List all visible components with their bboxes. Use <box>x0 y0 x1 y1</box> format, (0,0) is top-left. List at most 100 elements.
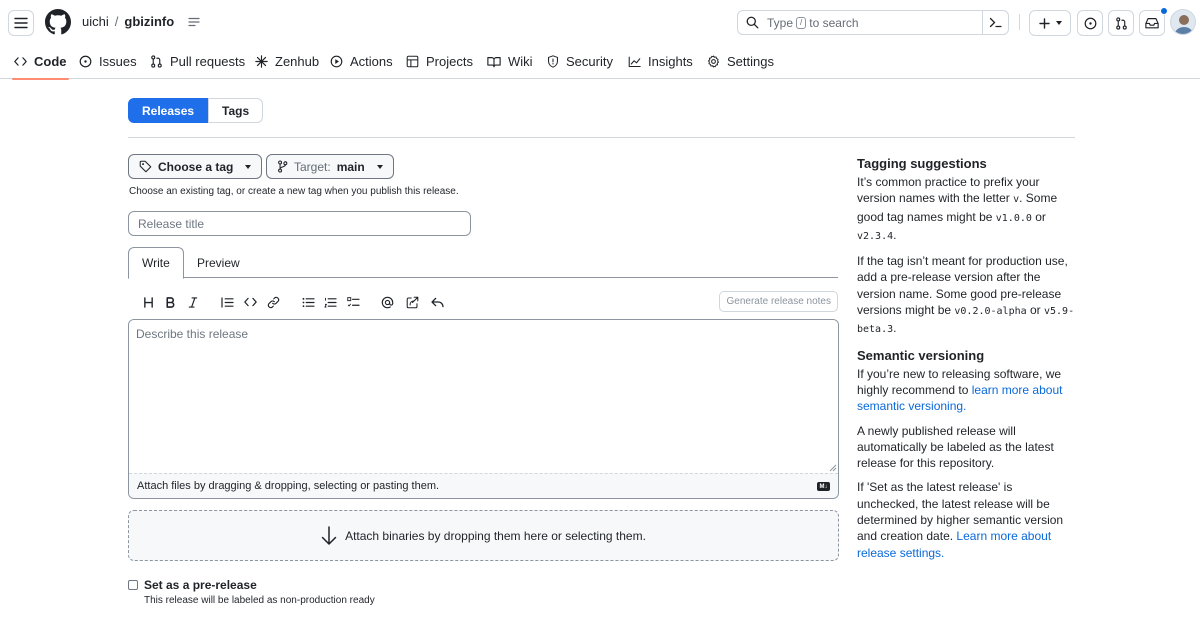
prerelease-hint: This release will be labeled as non-prod… <box>144 595 375 606</box>
tab-label: Zenhub <box>275 54 320 69</box>
markdown-toolbar: Generate release notes <box>128 290 838 314</box>
inbox-icon <box>1145 18 1159 29</box>
attach-binaries-text: Attach binaries by dropping them here or… <box>345 528 646 543</box>
menu-button[interactable] <box>8 10 34 36</box>
inbox-button[interactable] <box>1139 7 1168 36</box>
italic-icon[interactable] <box>184 293 202 311</box>
target-branch-name: main <box>336 159 365 174</box>
repo-nav: Code Issues Pull requests Zenhub Actions… <box>0 44 1200 80</box>
target-branch-button[interactable]: Target: main <box>266 154 394 179</box>
release-body-textarea[interactable] <box>129 320 838 474</box>
tab-zenhub[interactable]: Zenhub <box>255 44 319 79</box>
hamburger-icon <box>14 17 28 29</box>
choose-tag-button[interactable]: Choose a tag <box>128 154 263 179</box>
semver-paragraph-2: A newly published release will automatic… <box>857 423 1054 471</box>
link-icon[interactable] <box>264 293 282 311</box>
tab-label: Wiki <box>508 54 533 69</box>
mention-icon[interactable] <box>378 293 396 311</box>
gear-icon <box>707 55 720 68</box>
tab-security[interactable]: Security <box>547 44 613 79</box>
notification-indicator <box>1160 7 1168 15</box>
tasklist-icon[interactable] <box>344 293 362 311</box>
tab-preview[interactable]: Preview <box>184 247 253 278</box>
github-logo-icon[interactable] <box>45 9 71 35</box>
reply-icon[interactable] <box>428 293 446 311</box>
tab-label: Insights <box>648 54 693 69</box>
tab-code[interactable]: Code <box>12 44 68 80</box>
release-body-editor: Attach files by dragging & dropping, sel… <box>128 319 839 499</box>
quote-icon[interactable] <box>218 293 236 311</box>
tagging-paragraph-1: It’s common practice to prefix your vers… <box>857 174 1077 245</box>
book-icon <box>487 56 501 67</box>
tab-label: Security <box>566 54 613 69</box>
table-icon <box>406 55 419 68</box>
search-placeholder-suffix: to search <box>809 15 859 30</box>
user-avatar-icon <box>1171 10 1195 34</box>
markdown-icon[interactable]: M↓ <box>817 482 830 491</box>
prerelease-checkbox[interactable] <box>128 580 138 590</box>
code-icon[interactable] <box>241 293 259 311</box>
tab-wiki[interactable]: Wiki <box>487 44 533 79</box>
issue-opened-icon <box>1084 17 1096 29</box>
git-pull-request-icon <box>1115 16 1127 30</box>
code: v1.0.0 <box>995 212 1032 224</box>
attach-files-bar[interactable]: Attach files by dragging & dropping, sel… <box>129 473 838 498</box>
text: . <box>893 321 897 336</box>
tagging-paragraph-2: If the tag isn’t meant for production us… <box>857 253 1077 338</box>
release-help-sidebar: Tagging suggestions It’s common practice… <box>857 155 1077 569</box>
prerelease-label[interactable]: Set as a pre-release <box>144 578 257 592</box>
semantic-versioning-heading: Semantic versioning <box>857 347 985 363</box>
choose-tag-label: Choose a tag <box>158 159 234 174</box>
semver-paragraph-1: If you’re new to releasing software, we … <box>857 366 1077 415</box>
tab-label: Projects <box>426 54 473 69</box>
tab-pull-requests[interactable]: Pull requests <box>150 44 245 79</box>
heading-icon[interactable] <box>139 293 157 311</box>
arrow-down-icon <box>321 525 337 545</box>
avatar[interactable] <box>1170 9 1196 35</box>
tab-actions[interactable]: Actions <box>330 44 393 79</box>
breadcrumb: uichi / gbizinfo <box>82 14 200 29</box>
plus-icon <box>1038 17 1050 29</box>
owner-link[interactable]: uichi <box>82 14 109 29</box>
create-new-button[interactable] <box>1029 10 1071 36</box>
target-prefix: Target: <box>294 159 331 174</box>
text: or <box>1031 209 1046 224</box>
play-icon <box>330 55 343 68</box>
tagging-suggestions-heading: Tagging suggestions <box>857 156 987 171</box>
shield-icon <box>548 55 558 68</box>
code-icon <box>14 57 27 66</box>
search-input[interactable]: Type / to search <box>737 10 1009 35</box>
release-title-input[interactable] <box>128 211 471 236</box>
repo-menu-icon[interactable] <box>188 17 200 27</box>
search-placeholder-prefix: Type <box>767 15 794 30</box>
tab-settings[interactable]: Settings <box>707 44 774 79</box>
repo-link[interactable]: gbizinfo <box>124 14 174 29</box>
issues-button[interactable] <box>1077 10 1103 36</box>
semver-paragraph-3: If 'Set as the latest release' is unchec… <box>857 479 1077 560</box>
text: or <box>1026 303 1044 318</box>
attach-files-text: Attach files by dragging & dropping, sel… <box>137 480 440 492</box>
search-shortcut-key: / <box>796 16 807 29</box>
zenhub-icon <box>255 55 268 68</box>
chevron-down-icon <box>376 164 383 169</box>
tab-insights[interactable]: Insights <box>628 44 693 79</box>
generate-release-notes-button[interactable]: Generate release notes <box>719 291 838 312</box>
command-palette-icon[interactable] <box>982 10 1008 35</box>
bold-icon[interactable] <box>161 293 179 311</box>
git-pull-request-icon <box>151 55 162 68</box>
tags-button[interactable]: Tags <box>208 98 264 123</box>
tab-write[interactable]: Write <box>128 247 184 279</box>
issue-opened-icon <box>79 55 92 68</box>
pull-requests-button[interactable] <box>1108 10 1134 36</box>
resize-handle-icon[interactable] <box>829 464 837 472</box>
cross-reference-icon[interactable] <box>403 293 421 311</box>
code: v2.3.4 <box>857 230 894 242</box>
tab-issues[interactable]: Issues <box>79 44 137 79</box>
attach-binaries-dropzone[interactable]: Attach binaries by dropping them here or… <box>128 510 839 561</box>
releases-button[interactable]: Releases <box>128 98 209 123</box>
unordered-list-icon[interactable] <box>299 293 317 311</box>
search-icon <box>746 16 759 29</box>
tab-projects[interactable]: Projects <box>406 44 473 79</box>
ordered-list-icon[interactable] <box>321 293 339 311</box>
chevron-down-icon <box>245 164 252 169</box>
